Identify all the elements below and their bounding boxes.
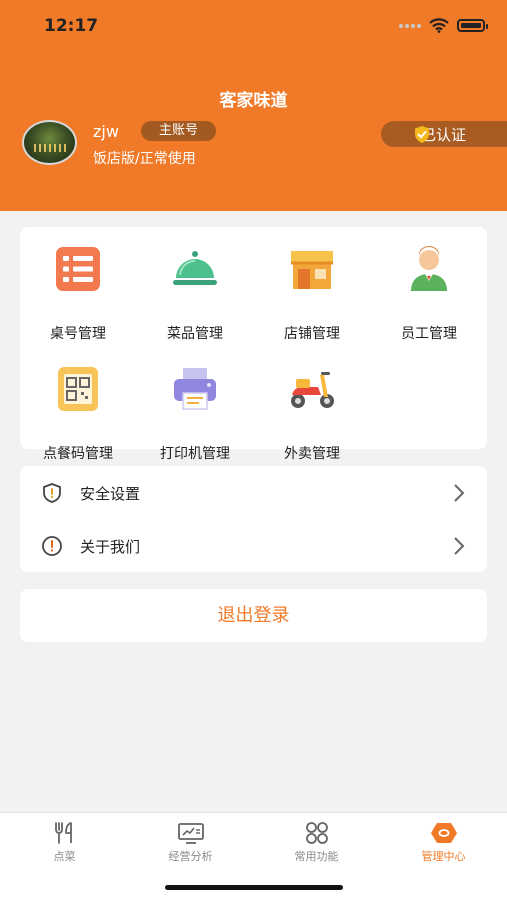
username: zjw <box>93 122 119 141</box>
fork-knife-icon <box>54 822 72 844</box>
chevron-right-icon <box>454 484 465 502</box>
account-subtitle: 饭店版/正常使用 <box>93 151 196 167</box>
logout-button[interactable]: 退出登录 <box>20 589 487 642</box>
storefront-icon <box>291 251 333 289</box>
menu-item-label: 关于我们 <box>80 538 141 556</box>
grid-item-label: 点餐码管理 <box>43 446 113 462</box>
menu-item-security[interactable]: 安全设置 <box>20 466 487 519</box>
shop-name: 客家味道 <box>219 91 288 111</box>
menu-item-label: 安全设置 <box>80 485 141 503</box>
grid-item-dishes[interactable]: 菜品管理 <box>137 245 253 345</box>
info-icon <box>42 536 62 556</box>
battery-icon <box>457 19 488 32</box>
tab-label: 经营分析 <box>168 850 213 863</box>
avatar[interactable] <box>22 120 77 165</box>
grid-apps-icon <box>305 822 328 844</box>
grid-item-delivery[interactable]: 外卖管理 <box>254 365 370 462</box>
dish-cover-icon <box>173 251 217 285</box>
grid-item-label: 打印机管理 <box>160 446 230 462</box>
table-list-icon <box>56 247 100 291</box>
chevron-right-icon <box>454 537 465 555</box>
status-icons <box>399 18 488 33</box>
grid-item-table[interactable]: 桌号管理 <box>20 245 136 345</box>
shield-icon <box>43 483 61 503</box>
grid-item-label: 外卖管理 <box>284 446 340 462</box>
grid-item-label: 菜品管理 <box>167 326 223 342</box>
signal-icon <box>399 23 421 28</box>
tab-label: 管理中心 <box>421 850 466 863</box>
home-indicator <box>165 885 343 890</box>
tab-management-center[interactable]: 管理中心 <box>380 821 507 864</box>
analytics-icon <box>177 823 204 844</box>
printer-icon <box>174 368 216 410</box>
verified-badge[interactable]: 已认证 <box>381 121 507 147</box>
scooter-icon <box>291 372 334 408</box>
grid-item-staff[interactable]: 员工管理 <box>371 245 487 345</box>
grid-item-label: 店铺管理 <box>284 326 340 342</box>
grid-item-qrcode[interactable]: 点餐码管理 <box>20 365 136 462</box>
tab-label: 点菜 <box>53 850 76 863</box>
profile-header: 12:17 客家味道 zjw 主账号 饭店版/正常使用 已认证 <box>0 0 507 211</box>
management-icon <box>430 823 457 843</box>
tab-label: 常用功能 <box>294 850 339 863</box>
status-time: 12:17 <box>44 16 99 36</box>
tab-analysis[interactable]: 经营分析 <box>127 821 254 864</box>
grid-item-printer[interactable]: 打印机管理 <box>137 365 253 462</box>
management-grid: 桌号管理 菜品管理 店铺管理 员工管理 点餐码管理 打印机管理 外卖管理 <box>20 227 487 462</box>
menu-item-about[interactable]: 关于我们 <box>20 519 487 572</box>
account-badge: 主账号 <box>141 121 216 141</box>
tab-order[interactable]: 点菜 <box>1 821 128 864</box>
verified-shield-icon <box>415 126 429 143</box>
grid-item-label: 桌号管理 <box>50 326 106 342</box>
grid-item-store[interactable]: 店铺管理 <box>254 245 370 345</box>
qr-code-icon <box>58 367 98 411</box>
grid-item-label: 员工管理 <box>401 326 457 342</box>
wifi-icon <box>429 18 449 33</box>
staff-person-icon <box>411 246 447 291</box>
settings-menu: 安全设置 关于我们 <box>20 466 487 572</box>
tab-common-functions[interactable]: 常用功能 <box>253 821 380 864</box>
